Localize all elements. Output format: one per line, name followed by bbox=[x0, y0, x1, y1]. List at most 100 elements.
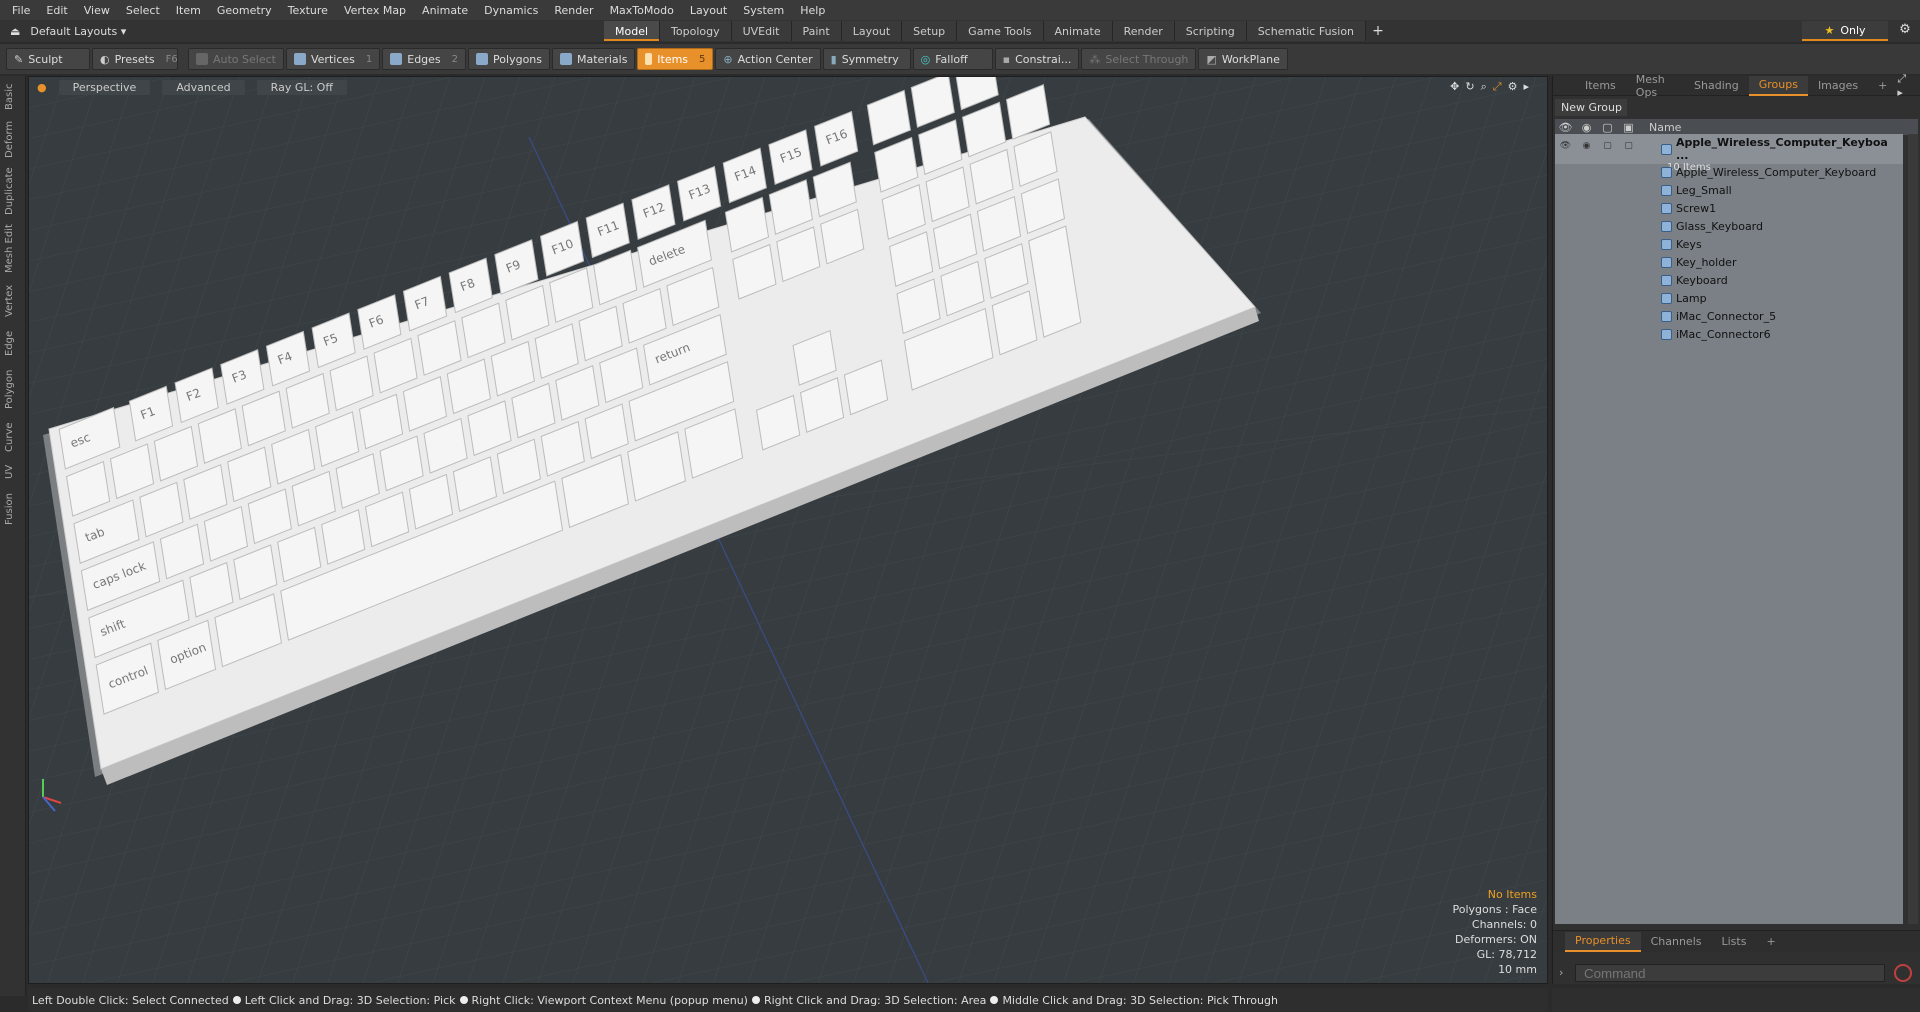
lock-column-icon: ▢ bbox=[1602, 120, 1613, 134]
menu-render[interactable]: Render bbox=[546, 4, 601, 17]
menu-select[interactable]: Select bbox=[118, 4, 168, 17]
menu-texture[interactable]: Texture bbox=[280, 4, 336, 17]
menu-item[interactable]: Item bbox=[168, 4, 209, 17]
rotate-icon[interactable]: ↻ bbox=[1465, 80, 1474, 94]
tab-lists[interactable]: Lists bbox=[1712, 932, 1757, 952]
tab-images[interactable]: Images bbox=[1808, 76, 1868, 96]
tree-item[interactable]: Key_holder bbox=[1555, 254, 1903, 272]
menu-maxtomodo[interactable]: MaxToModo bbox=[602, 4, 682, 17]
layout-dropdown[interactable]: ⏏ Default Layouts ▾ bbox=[0, 20, 140, 42]
menu-file[interactable]: File bbox=[4, 4, 38, 17]
mesh-icon bbox=[1661, 239, 1672, 250]
menu-view[interactable]: View bbox=[76, 4, 118, 17]
view-mode-button[interactable]: Perspective bbox=[58, 79, 151, 95]
tab-curve[interactable]: Curve bbox=[4, 420, 20, 454]
tab-fusion[interactable]: Fusion bbox=[4, 490, 20, 528]
menu-edit[interactable]: Edit bbox=[38, 4, 75, 17]
tab-basic[interactable]: Basic bbox=[4, 82, 20, 112]
edges-button[interactable]: Edges 2 bbox=[382, 48, 467, 70]
add-tab-button[interactable]: + bbox=[1366, 20, 1390, 42]
tab-setup[interactable]: Setup bbox=[902, 21, 958, 41]
viewport-settings-icon[interactable]: ⚙ bbox=[1508, 80, 1518, 94]
tree-item[interactable]: Screw1 bbox=[1555, 200, 1903, 218]
panel-expand-icon[interactable]: ⤢ ▸ bbox=[1897, 72, 1910, 99]
action-center-button[interactable]: ⊕ Action Center bbox=[715, 48, 821, 70]
tab-model[interactable]: Model bbox=[604, 21, 661, 41]
tree-item[interactable]: Keys bbox=[1555, 236, 1903, 254]
constrain-button[interactable]: ▪ Constrai... bbox=[994, 48, 1080, 70]
select-toggle-icon[interactable]: ▢ bbox=[1618, 137, 1639, 155]
tab-groups[interactable]: Groups bbox=[1748, 75, 1808, 96]
sculpt-button[interactable]: ✎ Sculpt bbox=[6, 48, 90, 70]
tab-vertex[interactable]: Vertex bbox=[4, 282, 20, 320]
tree-item[interactable]: Leg_Small bbox=[1555, 182, 1903, 200]
tree-item[interactable]: Apple_Wireless_Computer_Keyboard bbox=[1555, 164, 1903, 182]
tab-topology[interactable]: Topology bbox=[660, 21, 732, 41]
menu-geometry[interactable]: Geometry bbox=[209, 4, 280, 17]
tree-item[interactable]: iMac_Connector6 bbox=[1555, 326, 1903, 344]
viewport-nav-icons: ✥ ↻ ⌕ ⤢ ⚙ ▸ bbox=[1450, 80, 1529, 94]
select-through-button[interactable]: ⁂ Select Through bbox=[1081, 48, 1197, 70]
vertices-button[interactable]: Vertices 1 bbox=[285, 48, 381, 70]
lock-toggle-icon[interactable]: ▢ bbox=[1597, 137, 1618, 155]
tree-item[interactable]: Glass_Keyboard bbox=[1555, 218, 1903, 236]
expand-arrow-icon[interactable]: ▸ bbox=[1523, 80, 1529, 94]
menu-dynamics[interactable]: Dynamics bbox=[476, 4, 546, 17]
tree-item[interactable]: Keyboard bbox=[1555, 272, 1903, 290]
tab-properties[interactable]: Properties bbox=[1565, 931, 1641, 952]
add-panel-tab-button[interactable]: + bbox=[1868, 76, 1897, 96]
menu-system[interactable]: System bbox=[735, 4, 792, 17]
symmetry-button[interactable]: ▮ Symmetry bbox=[822, 48, 911, 70]
tab-render[interactable]: Render bbox=[1112, 21, 1175, 41]
tab-polygon[interactable]: Polygon bbox=[4, 366, 20, 412]
tab-uv[interactable]: UV bbox=[4, 462, 20, 482]
tab-layout[interactable]: Layout bbox=[841, 21, 903, 41]
add-bottom-tab-button[interactable]: + bbox=[1756, 932, 1785, 952]
tree-root-name: Apple_Wireless_Computer_Keyboa ... bbox=[1675, 136, 1888, 162]
polygons-button[interactable]: Polygons bbox=[468, 48, 550, 70]
falloff-button[interactable]: ◎ Falloff bbox=[912, 48, 993, 70]
tab-game-tools[interactable]: Game Tools bbox=[957, 21, 1044, 41]
menu-vertex-map[interactable]: Vertex Map bbox=[336, 4, 414, 17]
only-toggle[interactable]: ★ Only bbox=[1802, 21, 1888, 41]
menu-animate[interactable]: Animate bbox=[414, 4, 476, 17]
gear-icon[interactable]: ⚙ bbox=[1896, 22, 1914, 40]
tab-mesh-edit[interactable]: Mesh Edit bbox=[4, 224, 20, 274]
tab-mesh-ops[interactable]: Mesh Ops bbox=[1626, 73, 1684, 99]
render-toggle-icon[interactable]: ◉ bbox=[1576, 137, 1597, 155]
auto-select-button[interactable]: Auto Select bbox=[188, 48, 284, 70]
tab-scripting[interactable]: Scripting bbox=[1174, 21, 1247, 41]
tab-edge[interactable]: Edge bbox=[4, 328, 20, 358]
fit-icon[interactable]: ⤢ bbox=[1493, 80, 1502, 94]
menu-help[interactable]: Help bbox=[792, 4, 833, 17]
shading-mode-button[interactable]: Advanced bbox=[162, 79, 245, 95]
eye-icon[interactable]: 👁 bbox=[1555, 137, 1576, 155]
tree-item-name: Keyboard bbox=[1661, 274, 1728, 287]
tab-channels[interactable]: Channels bbox=[1641, 932, 1712, 952]
tab-uvedit[interactable]: UVEdit bbox=[731, 21, 792, 41]
tab-deform[interactable]: Deform bbox=[4, 120, 20, 158]
menu-layout[interactable]: Layout bbox=[682, 4, 735, 17]
tab-animate[interactable]: Animate bbox=[1043, 21, 1113, 41]
tree-item[interactable]: Lamp bbox=[1555, 290, 1903, 308]
viewport-3d[interactable]: ● Perspective Advanced Ray GL: Off ✥ ↻ ⌕… bbox=[28, 76, 1548, 984]
materials-button[interactable]: Materials bbox=[552, 48, 636, 70]
tab-shading[interactable]: Shading bbox=[1684, 76, 1749, 96]
tree-root-row[interactable]: 👁 ◉ ▢ ▢ Apple_Wireless_Computer_Keyboa .… bbox=[1555, 134, 1903, 173]
command-input[interactable] bbox=[1575, 964, 1885, 982]
tree-scrollbar[interactable] bbox=[1908, 134, 1918, 924]
command-stop-icon[interactable] bbox=[1894, 964, 1912, 982]
tab-paint[interactable]: Paint bbox=[791, 21, 842, 41]
zoom-icon[interactable]: ⌕ bbox=[1481, 80, 1487, 94]
items-button[interactable]: Items 5 bbox=[637, 48, 714, 70]
new-group-button[interactable]: New Group bbox=[1555, 99, 1627, 116]
raygl-button[interactable]: Ray GL: Off bbox=[256, 79, 347, 95]
tab-items[interactable]: Items bbox=[1575, 76, 1626, 96]
pan-icon[interactable]: ✥ bbox=[1450, 80, 1459, 94]
tab-duplicate[interactable]: Duplicate bbox=[4, 166, 20, 216]
workplane-button[interactable]: ◩ WorkPlane bbox=[1198, 48, 1288, 70]
presets-button[interactable]: ◐ Presets F6 bbox=[92, 48, 178, 70]
tree-item-name: Leg_Small bbox=[1661, 184, 1732, 197]
tab-schematic-fusion[interactable]: Schematic Fusion bbox=[1246, 21, 1367, 41]
tree-item[interactable]: iMac_Connector_5 bbox=[1555, 308, 1903, 326]
